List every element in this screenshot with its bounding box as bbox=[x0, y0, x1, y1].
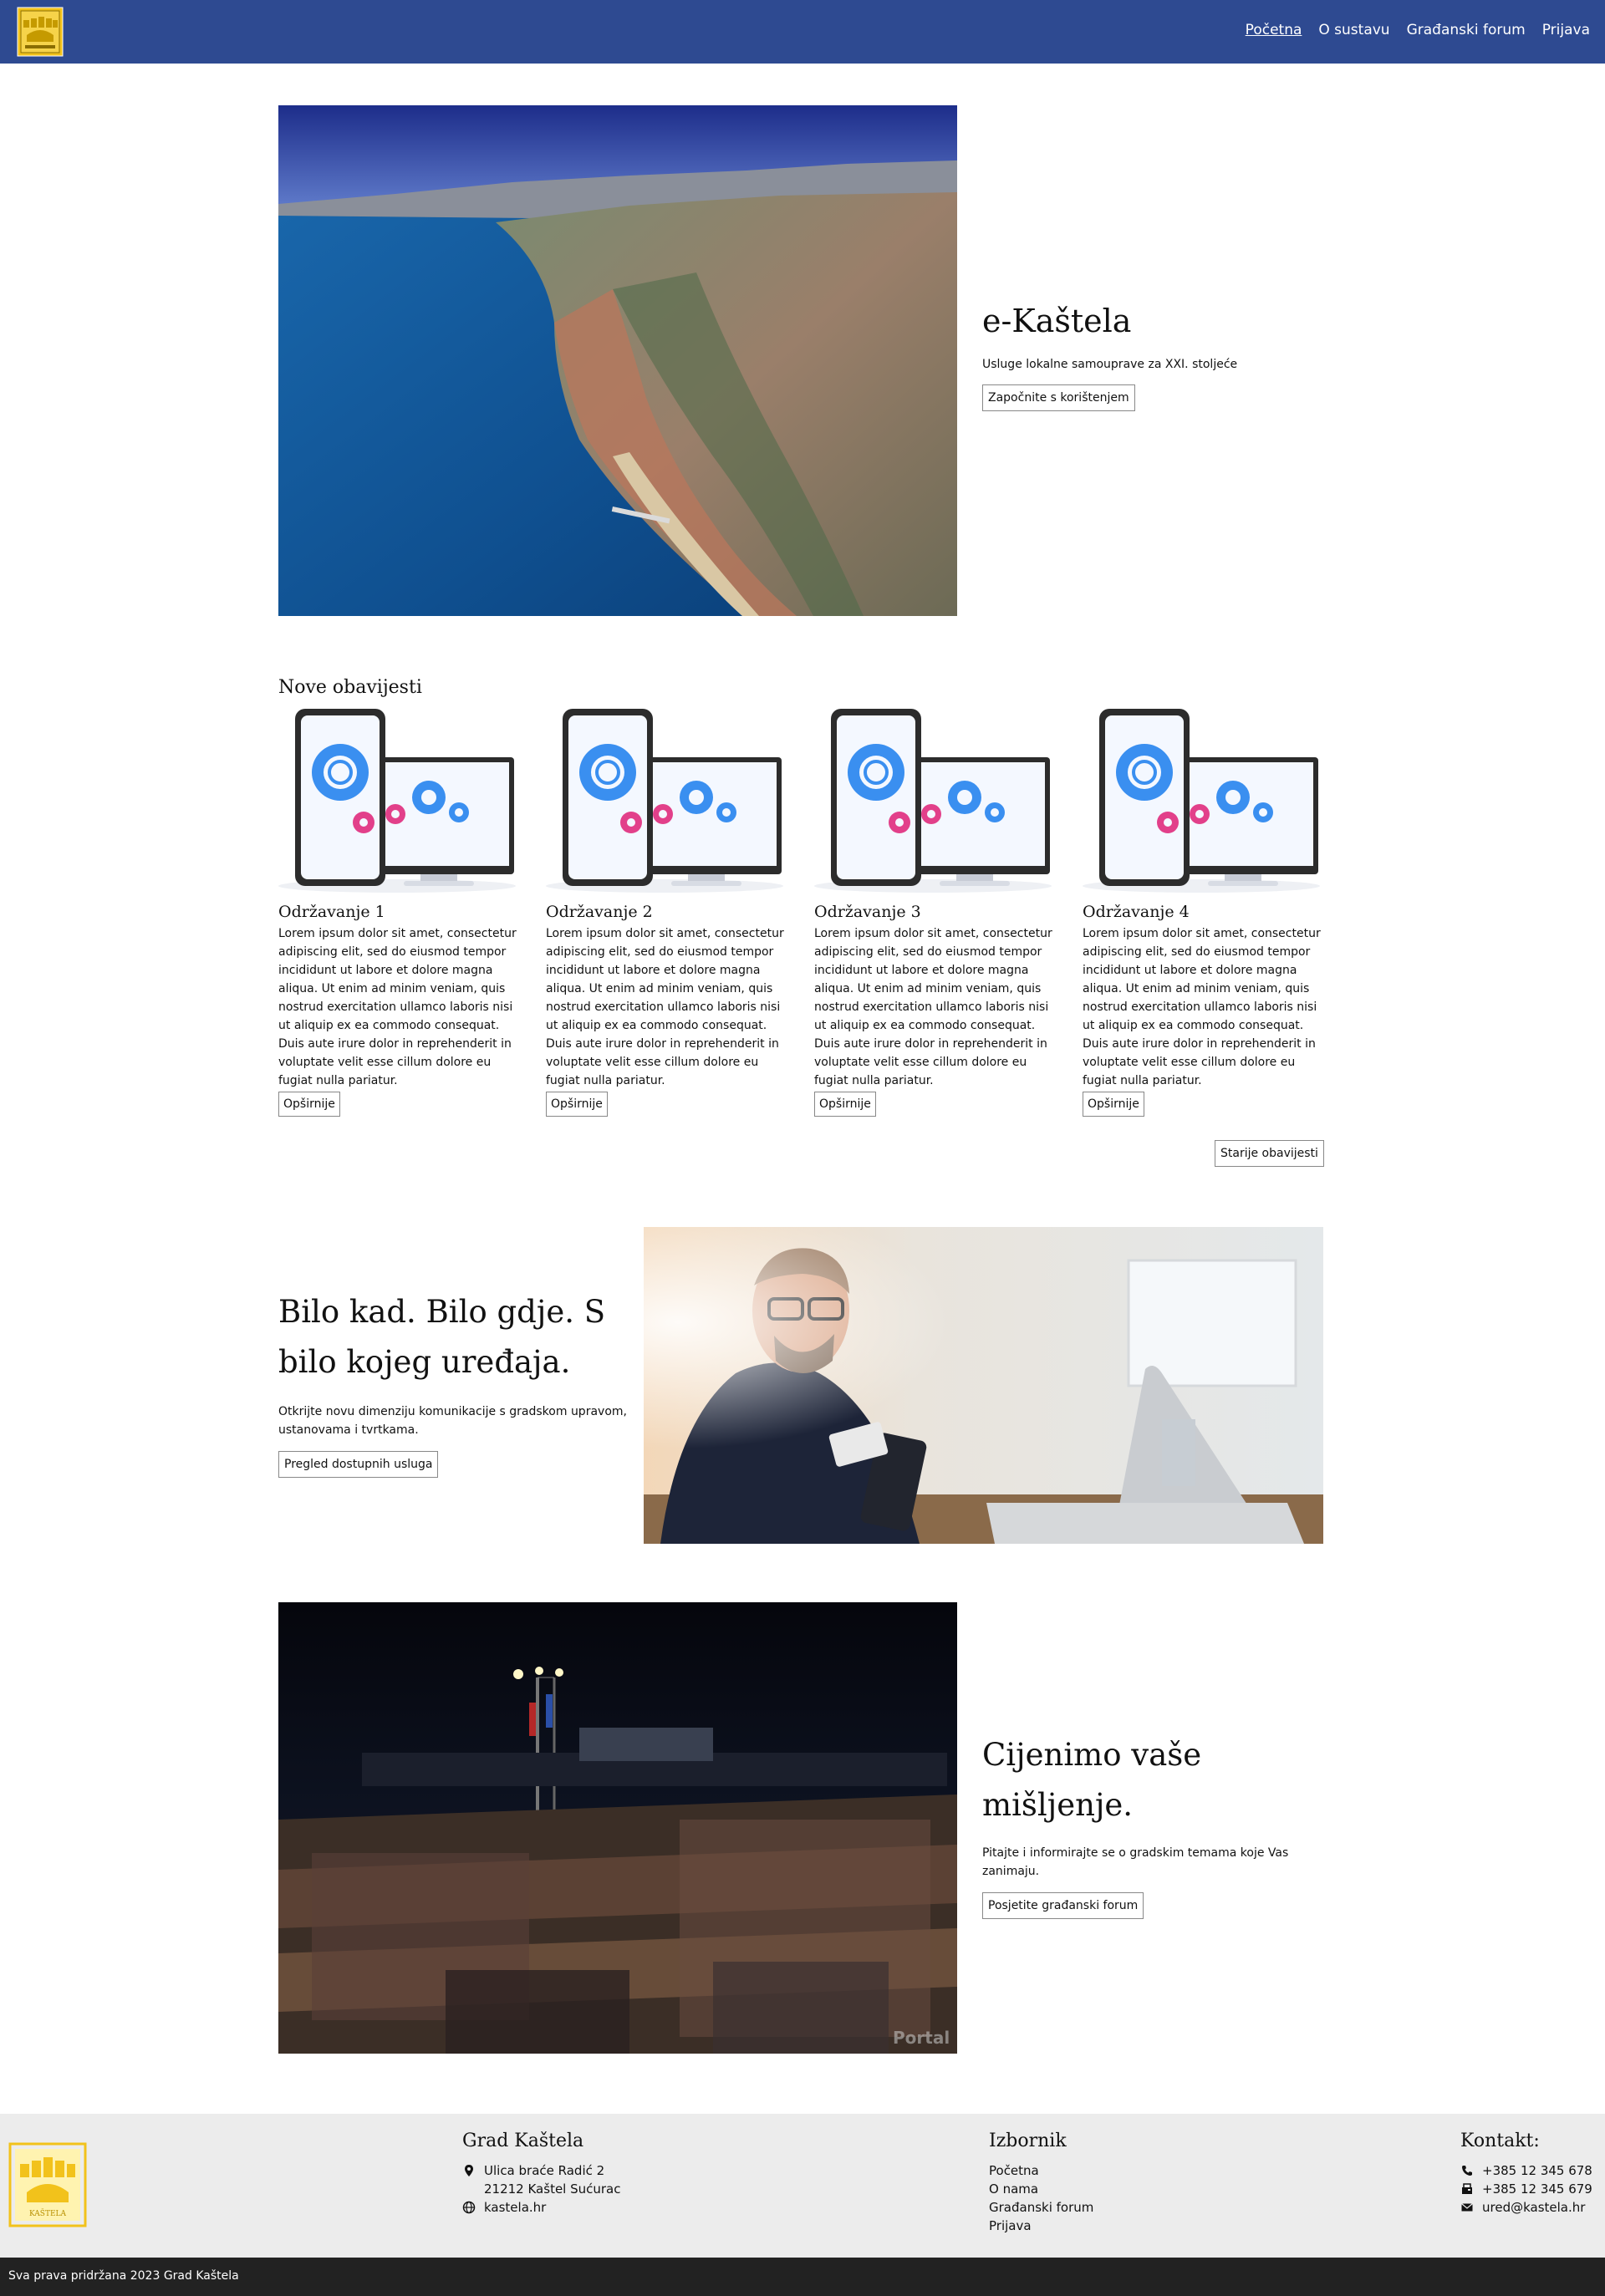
footer-website-link[interactable]: kastela.hr bbox=[484, 2198, 546, 2217]
footer-email: ured@kastela.hr bbox=[1460, 2198, 1592, 2217]
globe-icon bbox=[462, 2201, 476, 2214]
news-card: Održavanje 4 Lorem ipsum dolor sit amet,… bbox=[1083, 709, 1321, 1117]
read-more-button[interactable]: Opširnije bbox=[278, 1092, 340, 1117]
nav-item-prijava[interactable]: Prijava bbox=[1542, 22, 1590, 38]
footer-link-o-nama[interactable]: O nama bbox=[989, 2180, 1093, 2198]
devices-section-subtitle: Otkrijte novu dimenziju komunikacije s g… bbox=[278, 1405, 627, 1437]
footer-fax-number: +385 12 345 679 bbox=[1482, 2181, 1592, 2197]
footer-menu: Početna O nama Građanski forum Prijava bbox=[989, 2161, 1093, 2235]
footer-link-prijava[interactable]: Prijava bbox=[989, 2217, 1093, 2235]
footer-address: Ulica braće Radić 2 21212 Kaštel Sućurac bbox=[462, 2161, 621, 2198]
get-started-button[interactable]: Započnite s korištenjem bbox=[982, 384, 1135, 411]
footer-city-crest-logo-icon: KAŠTELA bbox=[8, 2142, 87, 2227]
news-card-body: Lorem ipsum dolor sit amet, consectetur … bbox=[1083, 927, 1321, 1087]
devices-section-title: Bilo kad. Bilo gdje. S bilo kojeg uređaj… bbox=[278, 1294, 606, 1380]
footer-website: kastela.hr bbox=[462, 2198, 621, 2217]
footer-phone-number[interactable]: +385 12 345 678 bbox=[1482, 2161, 1592, 2180]
maintenance-illustration-icon bbox=[1083, 709, 1320, 893]
opinion-section-title: Cijenimo vaše mišljenje. bbox=[982, 1737, 1202, 1823]
hero-aerial-photo bbox=[278, 105, 957, 616]
news-card-title: Održavanje 1 bbox=[278, 903, 385, 921]
photo-watermark: Portal bbox=[893, 2028, 950, 2048]
devices-section-text: Bilo kad. Bilo gdje. S bilo kojeg uređaj… bbox=[278, 1287, 629, 1478]
footer-city-column: Grad Kaštela Ulica braće Radić 2 21212 K… bbox=[462, 2131, 621, 2217]
top-navbar: Početna O sustavu Građanski forum Prijav… bbox=[0, 0, 1605, 64]
copyright-bar: Sva prava pridržana 2023 Grad Kaštela bbox=[0, 2258, 1605, 2296]
phone-icon bbox=[1462, 2166, 1472, 2176]
nav-item-o-sustavu[interactable]: O sustavu bbox=[1318, 22, 1389, 38]
footer-contact-heading: Kontakt: bbox=[1460, 2131, 1540, 2151]
news-card: Održavanje 2 Lorem ipsum dolor sit amet,… bbox=[546, 709, 784, 1117]
hero-subtitle: Usluge lokalne samouprave za XXI. stolje… bbox=[982, 358, 1238, 371]
fax-icon bbox=[1462, 2183, 1472, 2194]
hero-text-block: e-Kaštela Usluge lokalne samouprave za X… bbox=[982, 303, 1333, 411]
news-section-heading: Nove obavijesti bbox=[278, 677, 422, 698]
news-card-body: Lorem ipsum dolor sit amet, consectetur … bbox=[278, 927, 517, 1087]
envelope-icon bbox=[1461, 2203, 1473, 2212]
visit-forum-button[interactable]: Posjetite građanski forum bbox=[982, 1892, 1144, 1919]
maintenance-illustration-icon bbox=[278, 709, 516, 893]
older-news-button[interactable]: Starije obavijesti bbox=[1215, 1140, 1324, 1167]
read-more-button[interactable]: Opširnije bbox=[546, 1092, 608, 1117]
footer-logo-text: KAŠTELA bbox=[29, 2208, 67, 2218]
news-card-title: Održavanje 4 bbox=[1083, 903, 1190, 921]
city-crest-logo-icon[interactable] bbox=[17, 7, 64, 57]
footer-address-line2: 21212 Kaštel Sućurac bbox=[484, 2181, 621, 2197]
footer-link-pocetna[interactable]: Početna bbox=[989, 2161, 1093, 2180]
read-more-button[interactable]: Opširnije bbox=[814, 1092, 876, 1117]
view-services-button[interactable]: Pregled dostupnih usluga bbox=[278, 1451, 439, 1478]
news-card: Održavanje 3 Lorem ipsum dolor sit amet,… bbox=[814, 709, 1052, 1117]
opinion-section-subtitle: Pitajte i informirajte se o gradskim tem… bbox=[982, 1846, 1289, 1878]
read-more-button[interactable]: Opširnije bbox=[1083, 1092, 1144, 1117]
footer-phone: +385 12 345 678 bbox=[1460, 2161, 1592, 2180]
evening-festival-crowd-photo: Portal bbox=[278, 1602, 957, 2054]
nav-item-gradjanski-forum[interactable]: Građanski forum bbox=[1407, 22, 1526, 38]
opinion-section-text: Cijenimo vaše mišljenje. Pitajte i infor… bbox=[982, 1730, 1317, 1919]
footer-fax: +385 12 345 679 bbox=[1460, 2180, 1592, 2198]
nav-item-pocetna[interactable]: Početna bbox=[1246, 22, 1302, 38]
footer-contact-column: Kontakt: +385 12 345 678 +385 12 345 679… bbox=[1460, 2131, 1592, 2217]
footer-address-line1: Ulica braće Radić 2 bbox=[484, 2163, 605, 2178]
man-with-phone-photo bbox=[644, 1227, 1323, 1544]
footer-link-gradjanski-forum[interactable]: Građanski forum bbox=[989, 2198, 1093, 2217]
footer: KAŠTELA Grad Kaštela Ulica braće Radić 2… bbox=[0, 2114, 1605, 2258]
map-pin-icon bbox=[465, 2165, 473, 2176]
maintenance-illustration-icon bbox=[814, 709, 1052, 893]
news-card-title: Održavanje 2 bbox=[546, 903, 653, 921]
footer-email-link[interactable]: ured@kastela.hr bbox=[1482, 2198, 1585, 2217]
maintenance-illustration-icon bbox=[546, 709, 783, 893]
news-card-body: Lorem ipsum dolor sit amet, consectetur … bbox=[814, 927, 1052, 1087]
footer-menu-heading: Izbornik bbox=[989, 2131, 1067, 2151]
footer-menu-column: Izbornik Početna O nama Građanski forum … bbox=[989, 2131, 1093, 2235]
hero-title: e-Kaštela bbox=[982, 303, 1132, 339]
news-card: Održavanje 1 Lorem ipsum dolor sit amet,… bbox=[278, 709, 517, 1117]
footer-city-heading: Grad Kaštela bbox=[462, 2131, 584, 2151]
main-nav: Početna O sustavu Građanski forum Prijav… bbox=[1246, 0, 1590, 60]
news-card-body: Lorem ipsum dolor sit amet, consectetur … bbox=[546, 927, 784, 1087]
news-card-title: Održavanje 3 bbox=[814, 903, 921, 921]
